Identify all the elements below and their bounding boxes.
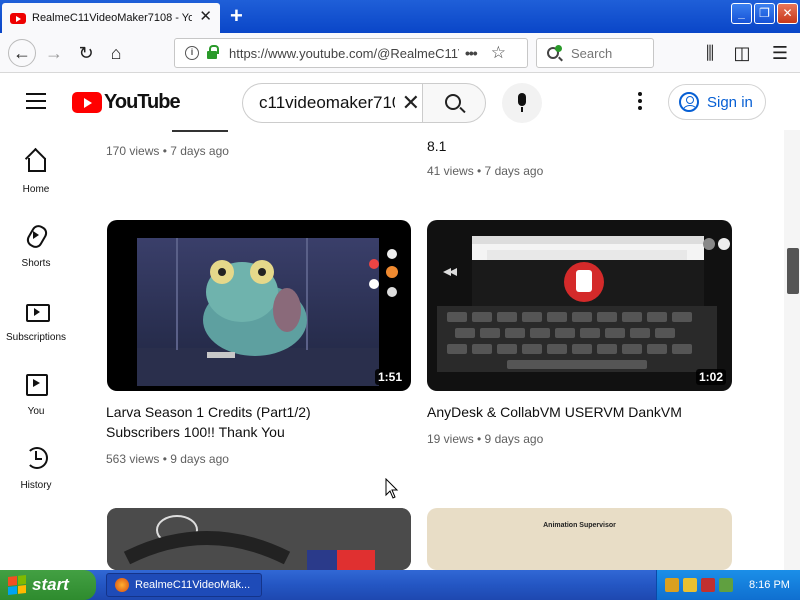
- youtube-masthead: YouTube c11videomaker7108 ✕ Sign in: [0, 74, 800, 130]
- system-tray: 8:16 PM: [656, 570, 800, 600]
- guide-label: You: [27, 406, 45, 417]
- you-icon: [25, 372, 48, 396]
- video-meta: 563 views • 9 days ago: [106, 452, 229, 466]
- new-tab-icon[interactable]: +: [230, 4, 243, 28]
- guide-label: Subscriptions: [5, 332, 67, 343]
- youtube-play-icon: [72, 92, 102, 113]
- account-circle-icon: [679, 92, 699, 112]
- browser-search-box[interactable]: [536, 38, 654, 68]
- window-close-button[interactable]: ✕: [777, 3, 798, 24]
- mini-guide: Home Shorts Subscriptions You History: [0, 130, 72, 570]
- search-engine-add-icon: [555, 45, 562, 52]
- video-title[interactable]: AnyDesk & CollabVM USERVM DankVM: [427, 402, 727, 422]
- video-grid: 170 views • 7 days ago 8.1 41 views • 7 …: [72, 130, 784, 570]
- taskbar-window-button[interactable]: RealmeC11VideoMak...: [106, 573, 262, 597]
- windows-flag-icon: [8, 575, 26, 595]
- page-scrollbar[interactable]: [784, 130, 800, 570]
- taskbar-window-label: RealmeC11VideoMak...: [135, 579, 251, 591]
- start-label: start: [32, 575, 69, 594]
- window-minimize-button[interactable]: _: [731, 3, 752, 24]
- video-title[interactable]: 8.1: [427, 136, 446, 156]
- video-meta: 19 views • 9 days ago: [427, 432, 544, 446]
- video-meta: 41 views • 7 days ago: [427, 164, 544, 178]
- tray-update-icon[interactable]: [719, 578, 733, 592]
- video-meta: 170 views • 7 days ago: [106, 144, 229, 158]
- youtube-logo-text: YouTube: [104, 91, 181, 113]
- reload-icon[interactable]: ↻: [74, 41, 98, 65]
- home-icon: [25, 150, 47, 172]
- start-button[interactable]: start: [0, 570, 96, 600]
- guide-item-shorts[interactable]: Shorts: [0, 224, 72, 294]
- tab-title: RealmeC11VideoMaker7108 - YouTube: [32, 12, 192, 24]
- firefox-icon: [115, 578, 129, 592]
- sign-in-label: Sign in: [707, 93, 753, 111]
- window-restore-button[interactable]: ❐: [754, 3, 775, 24]
- guide-label: Home: [22, 184, 50, 195]
- larva-frog-thumbnail-image: [137, 238, 398, 386]
- browser-titlebar: RealmeC11VideoMaker7108 - YouTube ✕ + _ …: [0, 0, 800, 33]
- tray-shield-icon[interactable]: [701, 578, 715, 592]
- scrollbar-thumb[interactable]: [787, 248, 799, 294]
- video-duration: 1:51: [374, 369, 405, 385]
- youtube-favicon-icon: [10, 12, 26, 24]
- video-thumbnail[interactable]: [107, 508, 411, 570]
- back-arrow-icon[interactable]: ←: [8, 39, 36, 67]
- subscriptions-icon: [25, 298, 50, 322]
- settings-kebab-icon[interactable]: [630, 92, 650, 112]
- voice-search-button[interactable]: [502, 83, 542, 123]
- hamburger-menu-icon[interactable]: ☰: [768, 41, 792, 65]
- search-icon: [445, 94, 461, 110]
- video-title-line: Subscribers 100!! Thank You: [106, 424, 285, 440]
- forward-arrow-icon[interactable]: →: [42, 41, 66, 65]
- microphone-stand: [521, 107, 523, 112]
- mouse-cursor-icon: [385, 478, 399, 499]
- credits-caption: Animation Supervisor: [543, 522, 616, 529]
- shorts-icon: [25, 224, 47, 246]
- video-thumbnail[interactable]: Animation Supervisor: [427, 508, 732, 570]
- desktop-screen: RealmeC11VideoMaker7108 - YouTube ✕ + _ …: [0, 0, 800, 600]
- lock-icon: [207, 45, 219, 59]
- browser-tab[interactable]: RealmeC11VideoMaker7108 - YouTube ✕: [2, 3, 220, 33]
- tray-network-icon[interactable]: [665, 578, 679, 592]
- url-text[interactable]: https://www.youtube.com/@RealmeC11VideoM…: [229, 46, 459, 61]
- cut-off-title-underline: [172, 130, 228, 132]
- browser-search-input[interactable]: [571, 45, 651, 61]
- youtube-logo[interactable]: YouTube: [72, 91, 181, 114]
- browser-home-icon[interactable]: ⌂: [104, 41, 128, 65]
- video-title-line: Larva Season 1 Credits (Part1/2): [106, 404, 311, 420]
- clear-search-icon[interactable]: ✕: [402, 92, 420, 114]
- taskbar-clock[interactable]: 8:16 PM: [749, 579, 790, 591]
- page-actions-icon[interactable]: •••: [465, 45, 478, 61]
- library-icon[interactable]: ⫼: [698, 41, 722, 65]
- guide-item-home[interactable]: Home: [0, 150, 72, 220]
- guide-menu-icon[interactable]: [26, 93, 46, 109]
- guide-item-subscriptions[interactable]: Subscriptions: [0, 298, 72, 368]
- anydesk-screen-thumbnail-image: [437, 236, 730, 372]
- dark-scene-thumbnail-image: [107, 508, 411, 570]
- youtube-search-input[interactable]: c11videomaker7108 ✕: [242, 83, 424, 123]
- video-thumbnail[interactable]: 1:02: [427, 220, 732, 391]
- windows-taskbar: start RealmeC11VideoMak... 8:16 PM: [0, 570, 800, 600]
- guide-label: History: [20, 480, 52, 491]
- video-duration: 1:02: [695, 369, 726, 385]
- guide-item-you[interactable]: You: [0, 372, 72, 442]
- browser-navbar: ← → ↻ ⌂ i https://www.youtube.com/@Realm…: [0, 33, 800, 73]
- site-info-icon[interactable]: i: [185, 46, 199, 60]
- guide-label: Shorts: [21, 258, 51, 269]
- microphone-icon: [518, 93, 526, 106]
- guide-item-history[interactable]: History: [0, 446, 72, 516]
- tab-close-icon[interactable]: ✕: [199, 9, 212, 25]
- sign-in-button[interactable]: Sign in: [668, 84, 766, 120]
- video-thumbnail[interactable]: 1:51: [107, 220, 411, 391]
- youtube-search-button[interactable]: [422, 83, 486, 123]
- sidebar-toggle-icon[interactable]: ◫: [730, 41, 754, 65]
- bookmark-star-icon[interactable]: ☆: [491, 43, 506, 63]
- history-icon: [25, 446, 48, 469]
- url-bar[interactable]: i https://www.youtube.com/@RealmeC11Vide…: [174, 38, 528, 68]
- search-query-text[interactable]: c11videomaker7108: [259, 93, 395, 113]
- tray-security-icon[interactable]: [683, 578, 697, 592]
- video-title[interactable]: Larva Season 1 Credits (Part1/2) Subscri…: [106, 402, 406, 442]
